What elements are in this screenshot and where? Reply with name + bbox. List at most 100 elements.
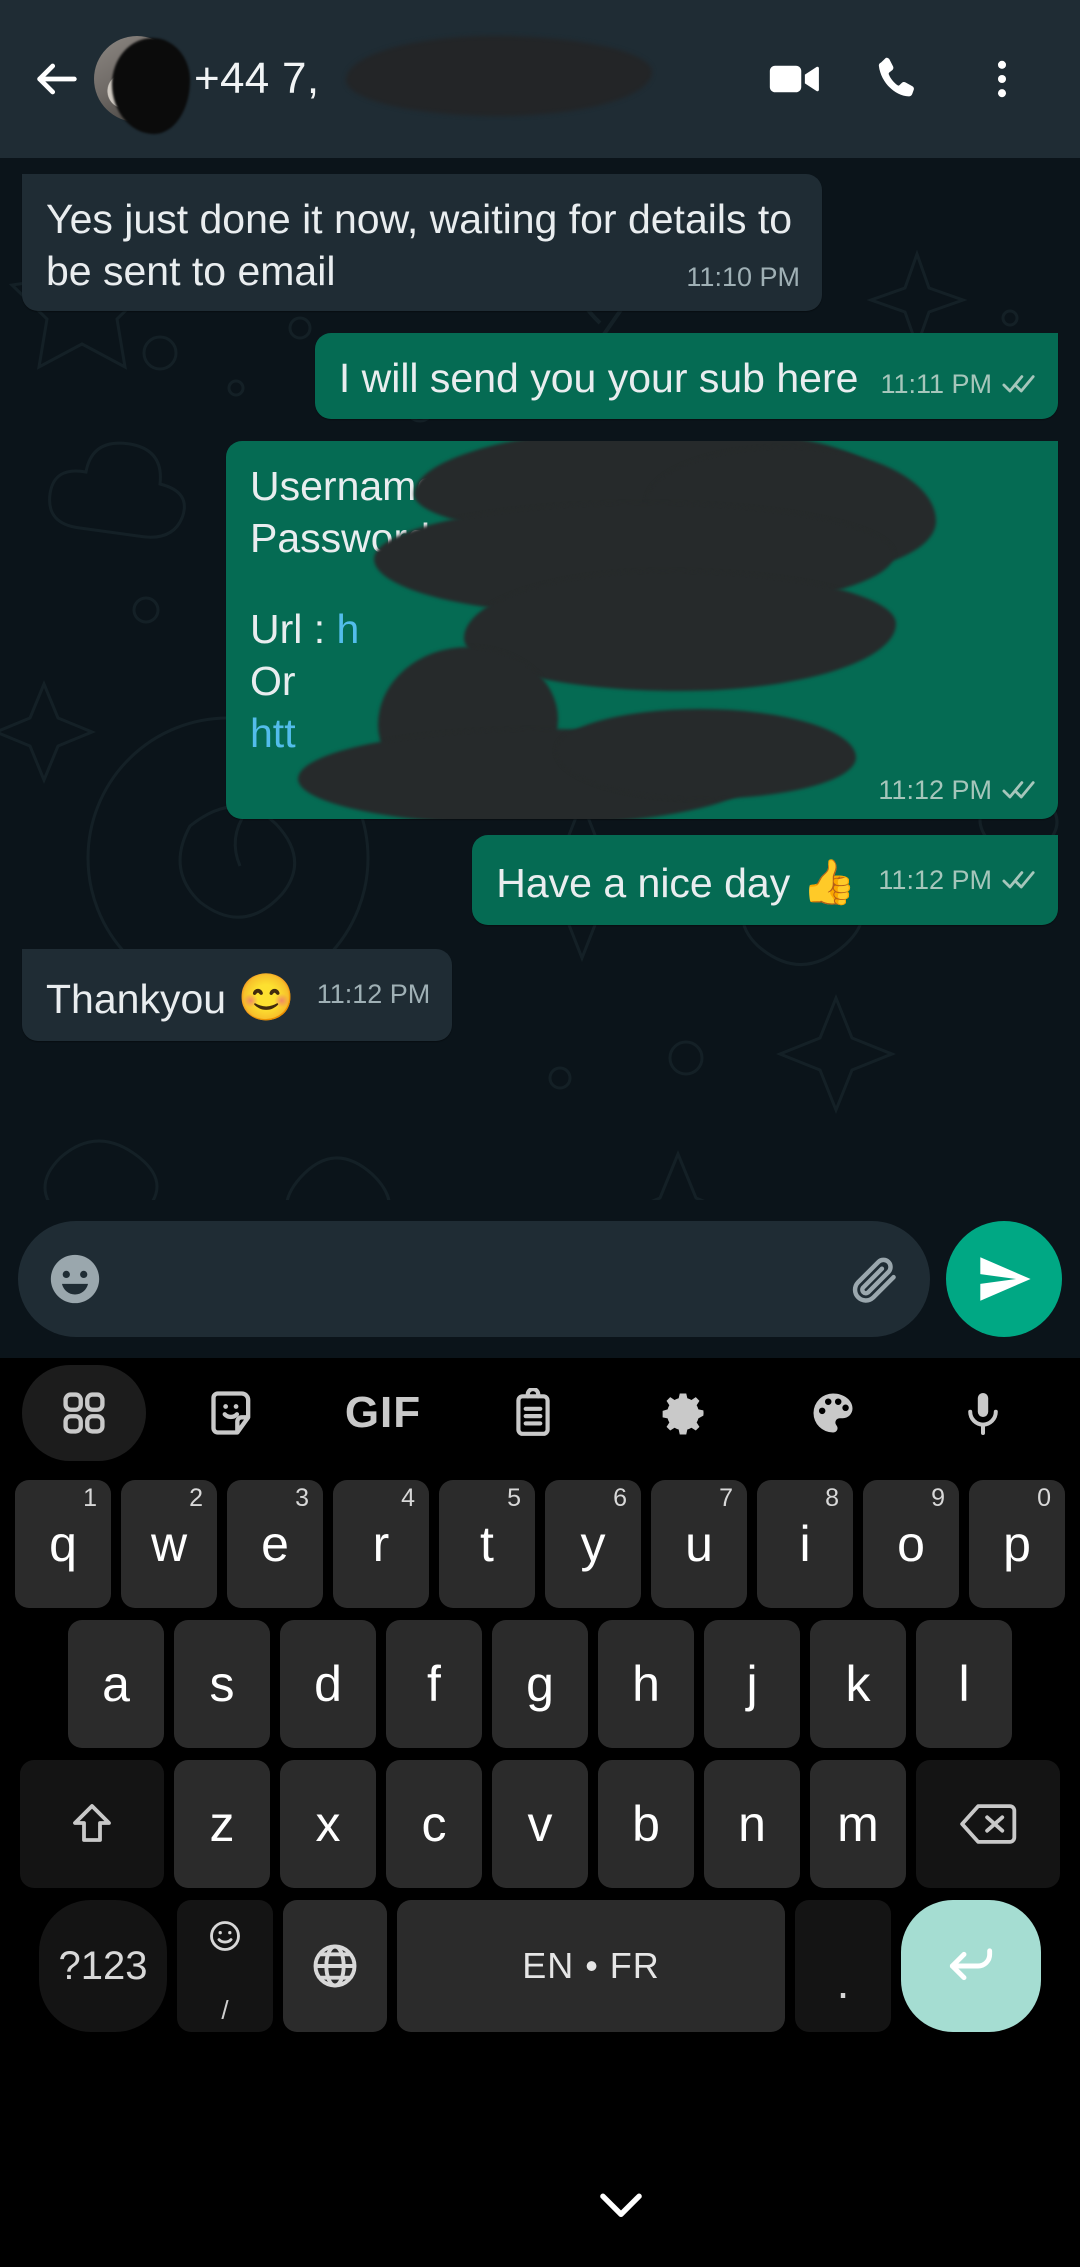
back-arrow-icon[interactable]: [26, 48, 88, 110]
key-o-number: 9: [931, 1484, 945, 1512]
message-meta: 11:12 PM: [317, 977, 431, 1011]
key-q[interactable]: 1 q: [15, 1480, 111, 1608]
keyboard-row-zxcv: z x c v b n m: [0, 1760, 1080, 1888]
key-m[interactable]: m: [810, 1760, 906, 1888]
message-bubble-credentials[interactable]: Username: Password: Url : h Or htt 11:12…: [226, 440, 1058, 820]
key-e[interactable]: 3 e: [227, 1480, 323, 1608]
whatsapp-chat-screen: +44 7, Yes just done it now, waiting for…: [0, 0, 1080, 2267]
theme-palette-icon[interactable]: [758, 1363, 908, 1463]
chevron-down-icon[interactable]: [590, 2173, 652, 2240]
sticker-icon[interactable]: [158, 1363, 308, 1463]
emoji-comma-key[interactable]: /: [177, 1900, 273, 2032]
key-o[interactable]: 9 o: [863, 1480, 959, 1608]
key-j[interactable]: j: [704, 1620, 800, 1748]
message-list[interactable]: Yes just done it now, waiting for detail…: [0, 158, 1080, 1358]
key-p[interactable]: 0 p: [969, 1480, 1065, 1608]
key-i-label: i: [799, 1516, 811, 1572]
key-d[interactable]: d: [280, 1620, 376, 1748]
smiling-face-emoji: 😊: [237, 970, 295, 1023]
period-label: .: [836, 1956, 850, 2008]
message-bubble-outgoing[interactable]: Have a nice day 👍 11:12 PM: [472, 835, 1058, 925]
header-actions: [742, 24, 1054, 134]
voice-call-icon[interactable]: [846, 24, 950, 134]
symbols-key[interactable]: ?123: [39, 1900, 167, 2032]
settings-gear-icon[interactable]: [608, 1363, 758, 1463]
key-f[interactable]: f: [386, 1620, 482, 1748]
key-z[interactable]: z: [174, 1760, 270, 1888]
key-x[interactable]: x: [280, 1760, 376, 1888]
message-meta: 11:11 PM: [880, 367, 1036, 401]
message-bubble-incoming[interactable]: Thankyou 😊 11:12 PM: [22, 948, 453, 1041]
key-i[interactable]: 8 i: [757, 1480, 853, 1608]
clipboard-icon[interactable]: [458, 1363, 608, 1463]
enter-return-icon[interactable]: [901, 1900, 1041, 2032]
key-t-label: t: [480, 1516, 494, 1572]
emoji-smiley-icon[interactable]: [46, 1250, 104, 1308]
key-g[interactable]: g: [492, 1620, 588, 1748]
key-k[interactable]: k: [810, 1620, 906, 1748]
send-button[interactable]: [946, 1221, 1062, 1337]
contact-title-area[interactable]: +44 7,: [194, 0, 742, 158]
video-call-icon[interactable]: [742, 24, 846, 134]
key-e-label: e: [261, 1516, 289, 1572]
shift-up-arrow-icon[interactable]: [20, 1760, 164, 1888]
keyboard-row-qwerty: 1 q 2 w 3 e 4 r 5 t 6 y 7 u 8 i 9 o 0 p: [0, 1480, 1080, 1608]
composer-field[interactable]: [18, 1221, 930, 1337]
globe-language-icon[interactable]: [283, 1900, 387, 2032]
key-a[interactable]: a: [68, 1620, 164, 1748]
message-time: 11:12 PM: [878, 865, 992, 896]
avatar-redaction-overlay: [112, 38, 190, 134]
key-p-label: p: [1003, 1516, 1031, 1572]
key-w-number: 2: [189, 1484, 203, 1512]
message-meta: 11:10 PM: [686, 260, 800, 294]
message-bubble-outgoing[interactable]: I will send you your sub here 11:11 PM: [314, 333, 1058, 419]
keyboard-row-bottom: ?123 / EN • FR .: [0, 1900, 1080, 2032]
key-q-label: q: [49, 1516, 77, 1572]
keyboard-row-asdf: a s d f g h j k l: [0, 1620, 1080, 1748]
paperclip-icon[interactable]: [846, 1251, 902, 1307]
apps-grid-icon[interactable]: [22, 1365, 146, 1461]
key-c[interactable]: c: [386, 1760, 482, 1888]
space-key[interactable]: EN • FR: [397, 1900, 785, 2032]
credentials-url2-link[interactable]: htt: [250, 710, 296, 756]
message-meta: 11:12 PM: [878, 773, 1036, 807]
key-h[interactable]: h: [598, 1620, 694, 1748]
key-w-label: w: [150, 1516, 188, 1572]
read-receipt-double-check-icon: [1002, 373, 1036, 395]
read-receipt-double-check-icon: [1002, 779, 1036, 801]
message-text: Have a nice day: [496, 860, 802, 907]
credentials-url-link[interactable]: h: [337, 606, 360, 652]
backspace-delete-icon[interactable]: [916, 1760, 1060, 1888]
avatar[interactable]: [94, 36, 190, 134]
message-time: 11:12 PM: [878, 775, 992, 806]
key-t-number: 5: [507, 1484, 521, 1512]
message-bubble-incoming[interactable]: Yes just done it now, waiting for detail…: [22, 174, 822, 312]
thumbs-up-emoji: 👍: [801, 858, 857, 908]
key-u[interactable]: 7 u: [651, 1480, 747, 1608]
key-r[interactable]: 4 r: [333, 1480, 429, 1608]
microphone-icon[interactable]: [908, 1363, 1058, 1463]
key-w[interactable]: 2 w: [121, 1480, 217, 1608]
credentials-label-url: Url :: [250, 606, 337, 653]
key-r-label: r: [372, 1516, 390, 1572]
more-options-icon[interactable]: [950, 24, 1054, 134]
key-v[interactable]: v: [492, 1760, 588, 1888]
key-n[interactable]: n: [704, 1760, 800, 1888]
message-time: 11:10 PM: [686, 261, 800, 292]
key-r-number: 4: [401, 1484, 415, 1512]
key-u-number: 7: [719, 1484, 733, 1512]
key-y[interactable]: 6 y: [545, 1480, 641, 1608]
key-l[interactable]: l: [916, 1620, 1012, 1748]
read-receipt-double-check-icon: [1002, 869, 1036, 891]
message-input[interactable]: [120, 1257, 830, 1301]
key-e-number: 3: [295, 1484, 309, 1512]
period-key[interactable]: .: [795, 1900, 891, 2032]
gif-icon[interactable]: GIF: [308, 1363, 458, 1463]
key-i-number: 8: [825, 1484, 839, 1512]
chat-header: +44 7,: [0, 0, 1080, 158]
key-b[interactable]: b: [598, 1760, 694, 1888]
credentials-label-or: Or: [250, 657, 296, 704]
gif-label: GIF: [344, 1388, 422, 1437]
key-t[interactable]: 5 t: [439, 1480, 535, 1608]
key-s[interactable]: s: [174, 1620, 270, 1748]
